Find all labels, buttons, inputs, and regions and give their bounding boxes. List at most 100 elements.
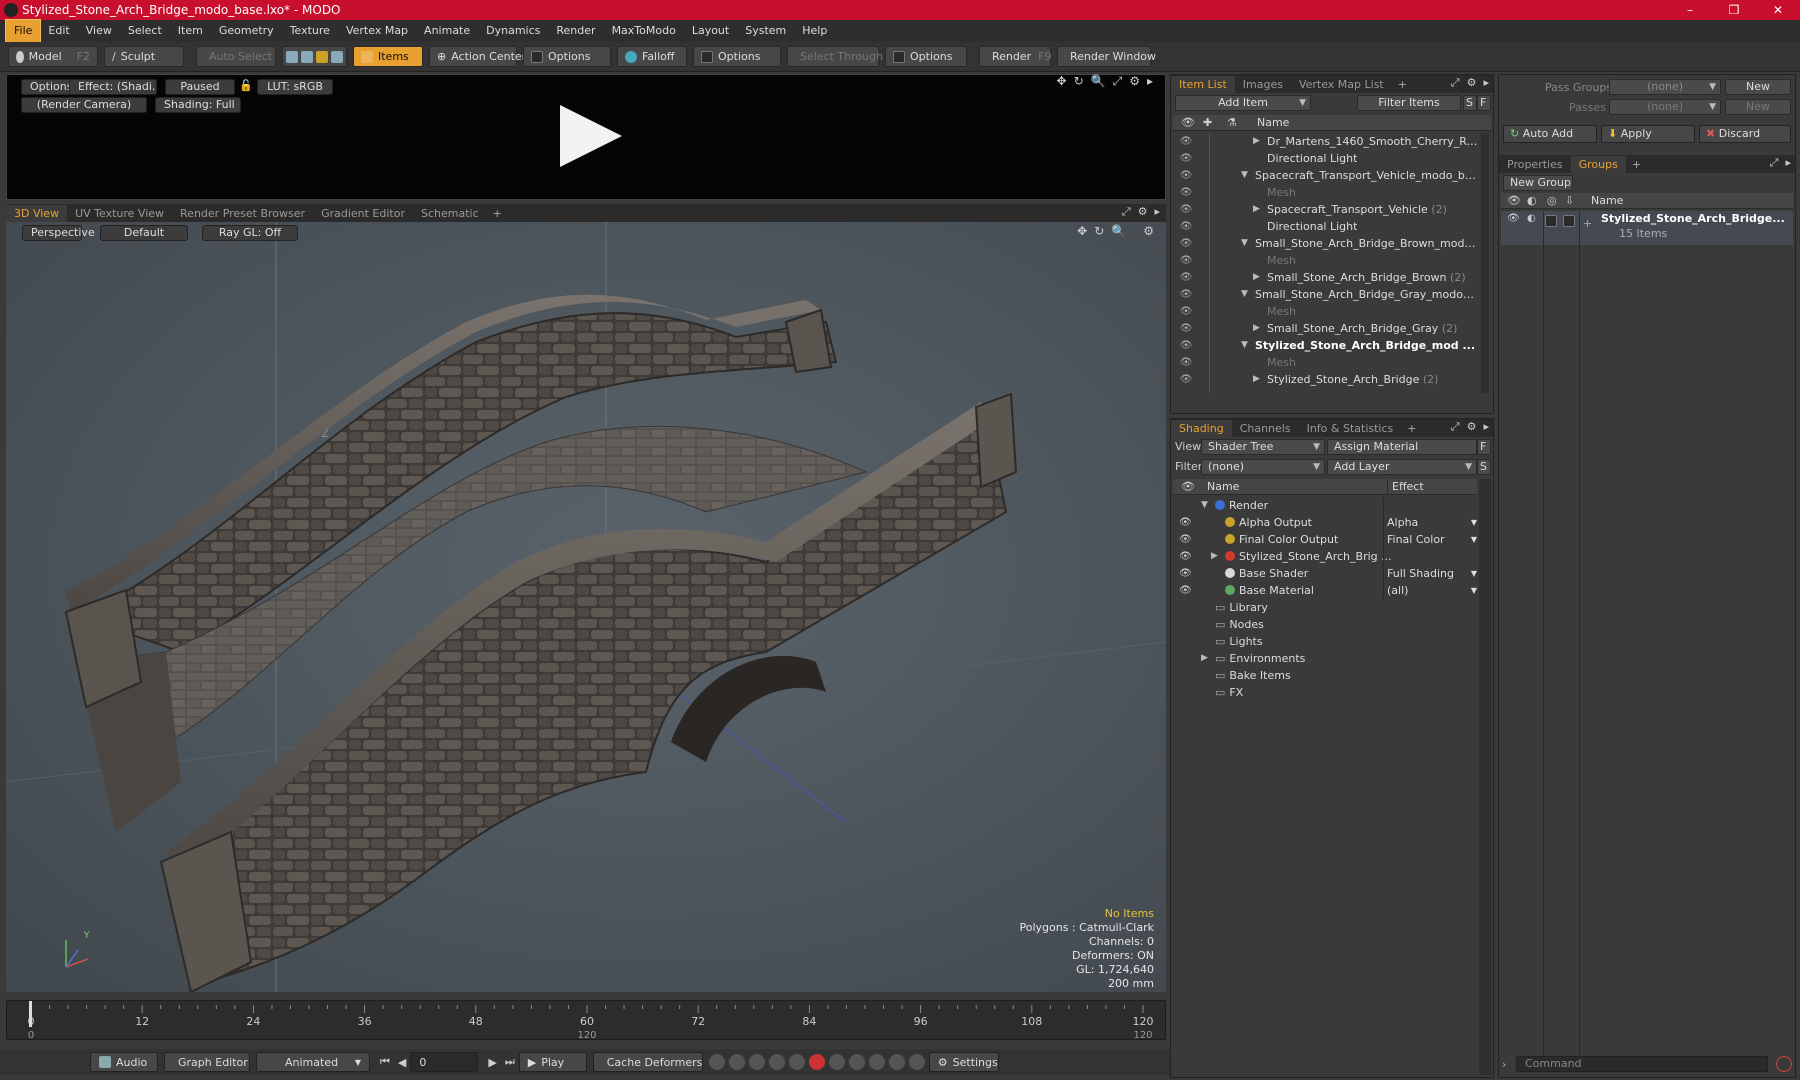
move-icon[interactable]: ✥ [1077,224,1087,238]
play-button[interactable]: ▶ Play [518,1052,587,1072]
zoom-icon[interactable]: 🔍 [1111,224,1126,238]
key-icon[interactable] [728,1054,745,1070]
options-checkbox[interactable] [893,50,905,63]
menu-system[interactable]: System [737,20,794,42]
preview-effect-dropdown[interactable]: Effect: (Shadi... [69,79,157,95]
key-icon[interactable] [788,1054,805,1070]
polygon-mode-icon[interactable] [316,50,328,63]
frame-field[interactable]: 0 [410,1052,479,1072]
key-icon[interactable] [868,1054,885,1070]
command-input[interactable]: Command [1516,1056,1768,1072]
gear-icon[interactable]: ⚙ [1129,74,1140,89]
gear-icon[interactable]: ⚙ [1467,76,1477,90]
maximize-icon[interactable]: ⤢ [1451,76,1460,90]
arrow-right-icon[interactable]: ▸ [1483,420,1489,434]
edge-mode-icon[interactable] [301,50,313,63]
tab-shading[interactable]: Shading [1171,420,1232,437]
add-tab-icon[interactable]: + [487,205,508,222]
eye-icon[interactable]: 👁 [1179,167,1193,184]
f-toggle[interactable]: F [1477,439,1491,455]
expand-icon[interactable]: + [1583,217,1592,230]
key-icon[interactable] [768,1054,785,1070]
render-window-button[interactable]: Render Window [1057,46,1156,67]
expand-arrow-icon[interactable]: ▶ [1253,269,1260,286]
tab-3d-view[interactable]: 3D View [6,205,68,222]
pass-groups-dropdown[interactable]: (none) ▼ [1609,79,1721,95]
eye-icon[interactable]: 👁 [1179,184,1193,201]
effect-dropdown[interactable]: Alpha ▼ [1387,514,1479,531]
menu-view[interactable]: View [78,20,120,42]
shading-dropdown[interactable]: Shading: Full [155,97,241,113]
play-icon[interactable] [560,105,622,167]
tab-channels[interactable]: Channels [1232,420,1299,437]
key-icon[interactable] [848,1054,865,1070]
shader-tree-row[interactable]: ▭ Library [1173,599,1479,616]
model-mode-button[interactable]: Model F2 [8,46,98,67]
eye-icon[interactable]: 👁 [1179,269,1193,286]
prev-frame-icon[interactable]: ◀ [398,1056,406,1069]
item-list-row[interactable]: 👁 Directional Light [1173,218,1491,235]
assign-material-button[interactable]: Assign Material [1327,439,1477,455]
apply-button[interactable]: ⬇ Apply [1601,125,1695,143]
tab-render-preset-browser[interactable]: Render Preset Browser [172,205,313,222]
eye-icon[interactable]: 👁 [1179,201,1193,218]
shader-tree-row[interactable]: ▼ Render [1173,497,1479,514]
options-checkbox[interactable] [531,50,543,63]
maximize-button[interactable]: ❐ [1712,0,1756,20]
eye-icon[interactable]: 👁 [1179,303,1193,320]
falloff-options-button[interactable]: Options [693,46,781,67]
playhead[interactable] [29,1001,32,1027]
render-button[interactable]: Render F9 [979,46,1052,67]
discard-button[interactable]: ✖ Discard [1699,125,1791,143]
arrow-right-icon[interactable]: ▸ [1154,205,1160,219]
vertex-mode-icon[interactable] [286,50,298,63]
eye-icon[interactable]: 👁 [1179,514,1192,531]
shader-tree-row[interactable]: 👁 Alpha Output Alpha ▼ [1173,514,1479,531]
key-icon[interactable] [708,1054,725,1070]
s-toggle[interactable]: S [1477,459,1491,475]
lock-icon[interactable]: 🔓 [239,79,253,92]
eye-icon[interactable]: 👁 [1179,582,1192,599]
eye-icon[interactable]: 👁 [1179,320,1193,337]
add-tab-icon[interactable]: + [1392,76,1413,93]
select-through-options-button[interactable]: Options [885,46,967,67]
eye-icon[interactable]: 👁 [1179,354,1193,371]
minimize-button[interactable]: – [1668,0,1712,20]
item-list-scrollbar[interactable] [1481,133,1489,393]
expand-arrow-icon[interactable]: ▶ [1253,320,1260,337]
next-frame-icon[interactable]: ▶ [488,1056,496,1069]
go-start-icon[interactable]: ⏮ [380,1055,390,1069]
eye-icon[interactable]: 👁 [1179,286,1193,303]
view-dropdown[interactable]: Shader Tree ▼ [1201,439,1325,455]
collapse-arrow-icon[interactable]: ▼ [1241,286,1248,303]
raygl-dropdown[interactable]: Ray GL: Off [202,225,298,241]
menu-geometry[interactable]: Geometry [211,20,282,42]
tab-images[interactable]: Images [1235,76,1291,93]
menu-vertex-map[interactable]: Vertex Map [338,20,416,42]
menu-edit[interactable]: Edit [40,20,77,42]
item-list-row[interactable]: 👁 ▼ Small_Stone_Arch_Bridge_Brown_modo_... [1173,235,1491,252]
tab-gradient-editor[interactable]: Gradient Editor [313,205,413,222]
name-column-header[interactable]: Name [1207,479,1239,494]
item-list-row[interactable]: 👁 Mesh [1173,252,1491,269]
menu-maxtomodo[interactable]: MaxToModo [604,20,684,42]
shader-tree-scrollbar[interactable] [1479,479,1491,1075]
auto-select-button[interactable]: Auto Select [196,46,276,67]
item-list-row[interactable]: 👁 ▶ Small_Stone_Arch_Bridge_Brown (2) [1173,269,1491,286]
expand-arrow-icon[interactable]: ▶ [1253,371,1260,388]
tab-groups[interactable]: Groups [1570,156,1626,173]
collapse-arrow-icon[interactable]: ▼ [1201,497,1208,514]
shader-tree-row[interactable]: 👁 Base Shader Full Shading ▼ [1173,565,1479,582]
key-icon[interactable] [748,1054,765,1070]
zoom-icon[interactable]: 🔍 [1091,74,1106,89]
cache-deformers-button[interactable]: Cache Deformers [592,1052,703,1072]
item-list-row[interactable]: 👁 Directional Light [1173,150,1491,167]
expand-arrow-icon[interactable]: ▶ [1253,201,1260,218]
move-icon[interactable]: ✥ [1057,74,1067,89]
eye-icon[interactable]: 👁 [1179,337,1193,354]
effect-dropdown[interactable]: (all) ▼ [1387,582,1479,599]
eye-icon[interactable]: 👁 [1179,548,1192,565]
menu-select[interactable]: Select [120,20,170,42]
arrow-right-icon[interactable]: ▸ [1483,76,1489,90]
tab-uv-texture-view[interactable]: UV Texture View [67,205,172,222]
